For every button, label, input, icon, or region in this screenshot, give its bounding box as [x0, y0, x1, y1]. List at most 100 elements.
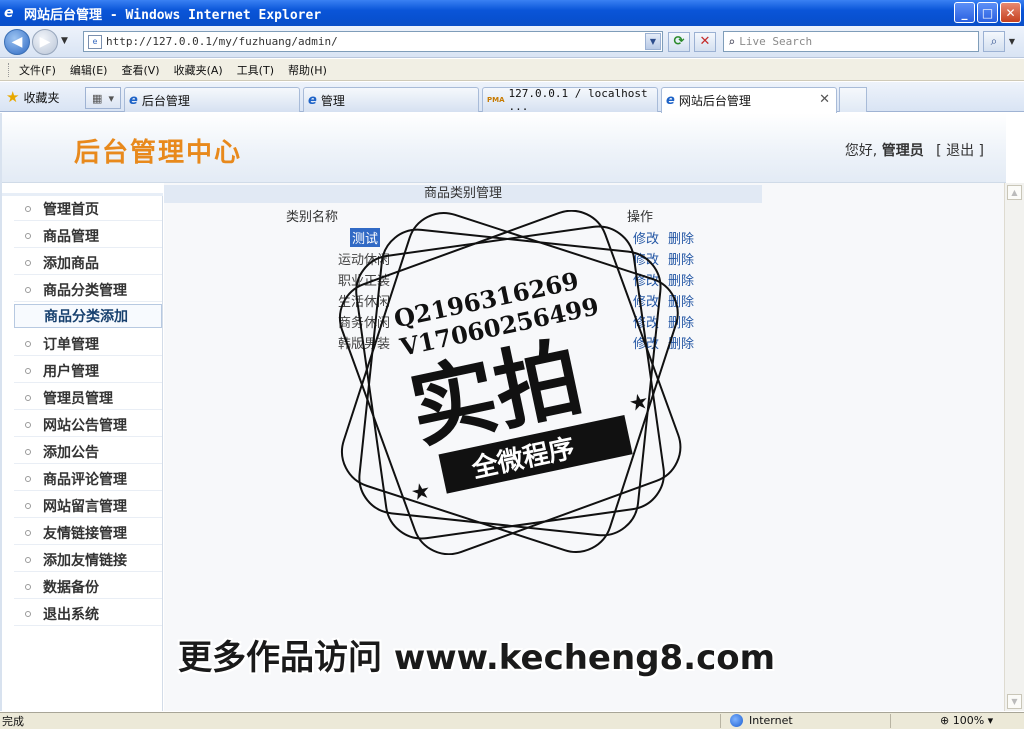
edit-link[interactable]: 修改	[633, 333, 659, 352]
sidebar-item-label: 网站留言管理	[43, 498, 127, 515]
maximize-button[interactable]: □	[977, 2, 998, 23]
sidebar-item-label: 添加公告	[43, 444, 99, 461]
search-options-dropdown-icon[interactable]: ▼	[1006, 31, 1018, 52]
tab-houtai[interactable]: e 后台管理	[124, 87, 300, 112]
bullet-icon	[25, 286, 31, 293]
close-tab-icon[interactable]: ✕	[819, 92, 830, 107]
address-bar[interactable]: e http://127.0.0.1/my/fuzhuang/admin/ ▼	[83, 31, 663, 52]
search-input[interactable]: ⌕ Live Search	[723, 31, 979, 52]
favorites-label: 收藏夹	[23, 90, 60, 105]
delete-link[interactable]: 删除	[668, 228, 694, 247]
address-dropdown-icon[interactable]: ▼	[645, 33, 661, 50]
address-url[interactable]: http://127.0.0.1/my/fuzhuang/admin/	[106, 35, 338, 48]
tab-admin-active[interactable]: e 网站后台管理 ✕	[661, 87, 837, 113]
edit-link[interactable]: 修改	[633, 249, 659, 268]
edit-link[interactable]: 修改	[633, 312, 659, 331]
greeting-text: 您好,	[844, 143, 878, 159]
zoom-level: 100%	[952, 714, 985, 727]
scroll-up-icon[interactable]: ▲	[1007, 185, 1022, 200]
bullet-icon	[25, 502, 31, 509]
status-text: 完成	[2, 715, 24, 728]
sidebar-item-label: 管理员管理	[43, 390, 113, 407]
history-dropdown-icon[interactable]: ▼	[61, 36, 71, 46]
delete-link[interactable]: 删除	[668, 249, 694, 268]
stop-button[interactable]: ✕	[694, 32, 716, 52]
globe-icon	[730, 714, 743, 727]
tab-list-dropdown-icon[interactable]: ▾	[108, 92, 114, 105]
scroll-down-icon[interactable]: ▼	[1007, 694, 1022, 709]
minimize-button[interactable]: _	[954, 2, 975, 23]
sidebar-item-exit[interactable]: 退出系统	[14, 602, 162, 626]
menu-file[interactable]: 文件(F)	[19, 62, 56, 78]
vertical-scrollbar[interactable]: ▲ ▼	[1004, 183, 1024, 711]
status-bar: 完成 Internet ⊕ 100% ▾	[0, 712, 1024, 729]
back-button[interactable]: ◀	[4, 29, 30, 55]
sidebar-item-orders[interactable]: 订单管理	[14, 332, 162, 356]
pma-icon: PMA	[487, 96, 505, 104]
sidebar-item-add-category[interactable]: 商品分类添加	[14, 304, 162, 328]
tab-phpmyadmin[interactable]: PMA 127.0.0.1 / localhost ...	[482, 87, 658, 113]
sidebar-top-divider	[2, 193, 163, 196]
sidebar-item-add-notice[interactable]: 添加公告	[14, 440, 162, 464]
quick-tabs-icon: ▦	[92, 91, 103, 105]
menu-help[interactable]: 帮助(H)	[288, 62, 327, 78]
panel-title: 商品类别管理	[164, 185, 762, 203]
forward-button[interactable]: ▶	[32, 29, 58, 55]
search-go-button[interactable]: ⌕	[983, 31, 1005, 52]
tab-bar: ★ 收藏夹 ▦ ▾ e 后台管理 e 管理 PMA 127.0.0.1 / lo…	[0, 82, 1024, 113]
bullet-icon	[25, 394, 31, 401]
sidebar-item-links[interactable]: 友情链接管理	[14, 521, 162, 545]
sidebar-item-label: 商品分类添加	[44, 309, 128, 325]
new-tab-button[interactable]	[839, 87, 867, 112]
menu-grip	[8, 62, 11, 77]
zoom-dropdown-icon[interactable]: ▾	[988, 714, 994, 727]
menu-edit[interactable]: 编辑(E)	[70, 62, 108, 78]
tab-label: 网站后台管理	[678, 94, 751, 108]
sidebar-item-backup[interactable]: 数据备份	[14, 575, 162, 599]
sidebar-item-messages[interactable]: 网站留言管理	[14, 494, 162, 518]
delete-link[interactable]: 删除	[668, 333, 694, 352]
status-divider	[890, 714, 891, 728]
edit-link[interactable]: 修改	[633, 228, 659, 247]
bullet-icon	[25, 232, 31, 239]
sidebar-item-admins[interactable]: 管理员管理	[14, 386, 162, 410]
admin-header: 后台管理中心 您好, 管理员 [ 退出 ]	[2, 113, 1006, 183]
bullet-icon	[25, 421, 31, 428]
sidebar-item-categories[interactable]: 商品分类管理	[14, 278, 162, 302]
delete-link[interactable]: 删除	[668, 312, 694, 331]
sidebar-item-add-product[interactable]: 添加商品	[14, 251, 162, 275]
sidebar-item-users[interactable]: 用户管理	[14, 359, 162, 383]
sidebar-item-notices[interactable]: 网站公告管理	[14, 413, 162, 437]
sidebar-item-label: 商品分类管理	[43, 282, 127, 299]
sidebar-item-add-link[interactable]: 添加友情链接	[14, 548, 162, 572]
sidebar-item-home[interactable]: 管理首页	[14, 197, 162, 221]
favorites-button[interactable]: ★ 收藏夹	[6, 88, 59, 106]
delete-link[interactable]: 删除	[668, 291, 694, 310]
ie-page-icon: e	[129, 92, 138, 108]
sidebar-item-products[interactable]: 商品管理	[14, 224, 162, 248]
edit-link[interactable]: 修改	[633, 270, 659, 289]
sidebar-item-label: 退出系统	[43, 606, 99, 623]
tab-guanli[interactable]: e 管理	[303, 87, 479, 112]
quick-tabs-button[interactable]: ▦ ▾	[85, 87, 121, 109]
bullet-icon	[25, 475, 31, 482]
logout-link[interactable]: [ 退出 ]	[936, 143, 984, 159]
security-zone[interactable]: Internet	[730, 714, 793, 727]
refresh-button[interactable]: ⟳	[668, 32, 690, 52]
menu-tools[interactable]: 工具(T)	[237, 62, 274, 78]
page-icon: e	[88, 34, 102, 49]
sidebar-item-reviews[interactable]: 商品评论管理	[14, 467, 162, 491]
ie-page-icon: e	[308, 92, 317, 108]
edit-link[interactable]: 修改	[633, 291, 659, 310]
user-greeting: 您好, 管理员 [ 退出 ]	[845, 140, 984, 160]
category-name: 商务休闲	[338, 316, 391, 331]
sidebar-item-label: 管理首页	[43, 201, 99, 218]
bullet-icon	[25, 529, 31, 536]
delete-link[interactable]: 删除	[668, 270, 694, 289]
close-button[interactable]: ✕	[1000, 2, 1021, 23]
menu-favorites[interactable]: 收藏夹(A)	[174, 62, 223, 78]
sidebar-item-label: 友情链接管理	[43, 525, 127, 542]
admin-logo: 后台管理中心	[74, 138, 243, 168]
zoom-control[interactable]: ⊕ 100% ▾	[940, 714, 993, 727]
menu-view[interactable]: 查看(V)	[121, 62, 159, 78]
